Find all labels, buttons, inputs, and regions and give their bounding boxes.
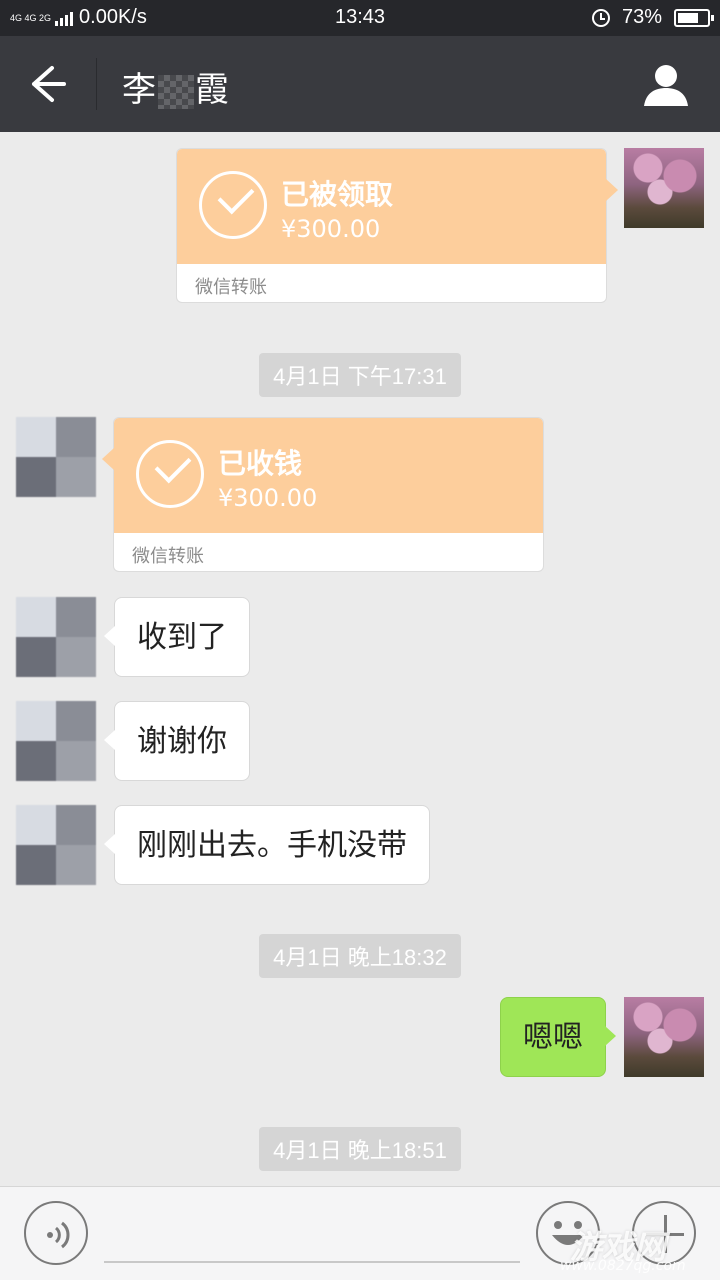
message-bubble-outgoing[interactable]: 嗯嗯 [500,997,616,1077]
avatar-self[interactable] [624,148,704,228]
timestamp-label: 4月1日 下午17:31 [259,353,461,397]
header-divider [96,58,97,110]
transfer-card-received[interactable]: 已收钱 ¥300.00 微信转账 [102,417,544,572]
timestamp-label: 4月1日 晚上18:51 [259,1127,461,1171]
voice-icon [47,1221,70,1249]
battery-percent: 73% [621,6,662,28]
bubble-tail [102,448,114,470]
avatar-contact[interactable] [16,417,96,497]
timestamp: 4月1日 晚上18:51 [0,1127,720,1171]
avatar-contact[interactable] [16,597,96,677]
back-button[interactable] [22,60,76,108]
transfer-amount: ¥300.00 [281,215,381,243]
checkmark-circle-icon [136,440,204,508]
transfer-card-top: 已被领取 ¥300.00 [177,149,606,264]
battery-icon [674,8,714,27]
message-bubble-incoming[interactable]: 刚刚出去。手机没带 [104,805,430,885]
watermark-url: www.0827qg.com [560,1258,686,1274]
avatar-contact[interactable] [16,701,96,781]
transfer-status: 已收钱 [218,447,303,480]
chat-title: 李霞 [122,62,230,111]
transfer-card-sent[interactable]: 已被领取 ¥300.00 微信转账 [176,148,618,303]
chat-title-first: 李 [122,70,157,110]
avatar-contact[interactable] [16,805,96,885]
timestamp: 4月1日 下午17:31 [0,353,720,397]
timestamp: 4月1日 晚上18:32 [0,934,720,978]
voice-input-button[interactable] [24,1201,88,1265]
transfer-amount: ¥300.00 [218,484,318,512]
avatar-self[interactable] [624,997,704,1077]
arrow-left-icon [32,66,66,102]
transfer-card-top: 已收钱 ¥300.00 [114,418,543,533]
timestamp-label: 4月1日 晚上18:32 [259,934,461,978]
alarm-icon [591,8,610,27]
transfer-footer: 微信转账 [132,546,204,567]
battery-level-fill [678,12,698,23]
transfer-footer: 微信转账 [195,277,267,298]
mosaic-redaction [158,74,194,109]
status-bar: 4G 4G 2G 0.00K/s 13:43 73% [0,0,720,36]
status-right: 73% [591,6,714,29]
chat-header: 李霞 [0,36,720,132]
message-bubble-incoming[interactable]: 收到了 [104,597,250,677]
message-bubble-incoming[interactable]: 谢谢你 [104,701,250,781]
message-input[interactable] [104,1261,520,1263]
chat-title-last: 霞 [195,70,230,110]
bubble-tail [606,179,618,201]
person-icon [644,65,688,106]
checkmark-circle-icon [199,171,267,239]
transfer-status: 已被领取 [281,178,394,211]
chat-info-button[interactable] [642,60,690,108]
